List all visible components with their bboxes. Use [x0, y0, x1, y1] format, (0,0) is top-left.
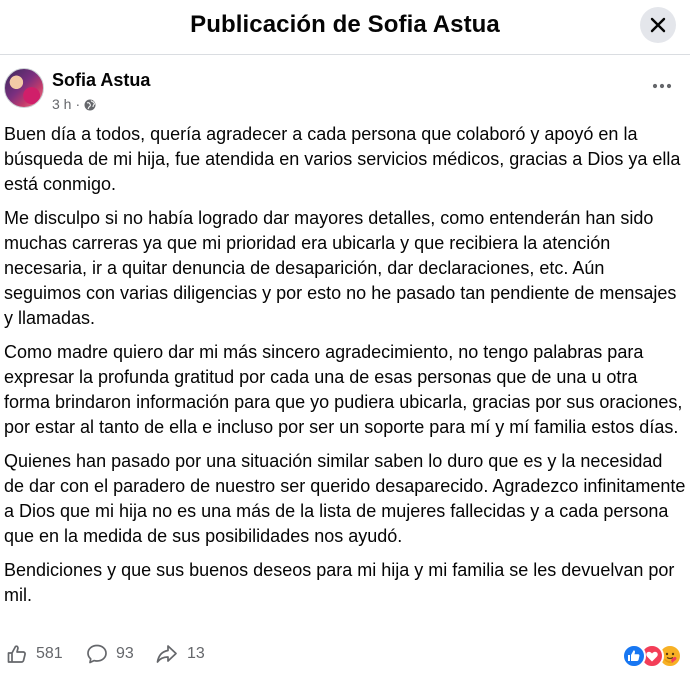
meta-separator: · — [75, 96, 81, 112]
post-body: Buen día a todos, quería agradecer a cad… — [4, 122, 686, 617]
comment-icon — [87, 644, 107, 664]
more-options-icon — [652, 83, 672, 89]
like-button[interactable]: 581 — [6, 640, 63, 668]
dialog-header: Publicación de Sofia Astua — [0, 0, 690, 55]
comment-count: 93 — [116, 645, 134, 662]
close-icon — [650, 17, 666, 33]
reaction-summary[interactable] — [622, 644, 682, 668]
post-paragraph: Me disculpo si no había logrado dar mayo… — [4, 208, 677, 328]
like-reaction-icon — [622, 644, 646, 668]
post-time[interactable]: 3 h — [52, 96, 71, 112]
author-avatar[interactable] — [4, 68, 44, 108]
action-bar: 581 93 13 — [0, 640, 690, 670]
more-options-button[interactable] — [650, 76, 674, 96]
post-meta: 3 h · — [52, 96, 96, 112]
author-name[interactable]: Sofia Astua — [52, 70, 150, 91]
comment-button[interactable]: 93 — [86, 640, 134, 668]
share-icon — [156, 645, 177, 663]
post-paragraph: Quienes han pasado por una situación sim… — [4, 451, 686, 546]
share-button[interactable]: 13 — [155, 640, 205, 668]
globe-icon — [84, 99, 96, 111]
post-paragraph: Como madre quiero dar mi más sincero agr… — [4, 342, 683, 437]
post-paragraph: Buen día a todos, quería agradecer a cad… — [4, 124, 681, 194]
like-count: 581 — [36, 645, 63, 662]
dialog-title: Publicación de Sofia Astua — [190, 11, 500, 38]
close-button[interactable] — [640, 7, 676, 43]
thumbs-up-icon — [7, 645, 26, 663]
post-paragraph: Bendiciones y que sus buenos deseos para… — [4, 560, 675, 605]
share-count: 13 — [187, 645, 205, 662]
